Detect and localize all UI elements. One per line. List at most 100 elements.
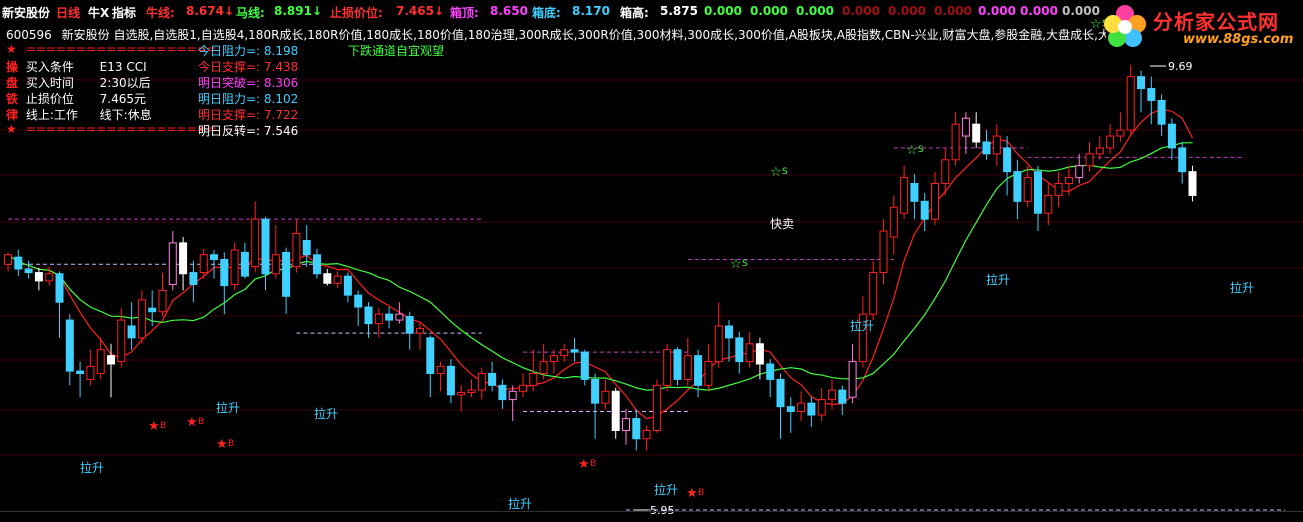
candle-body xyxy=(652,384,661,431)
candle-body xyxy=(663,349,672,386)
period-label[interactable]: 日线 xyxy=(56,4,80,21)
rules-separator-bottom: ★ =================== xyxy=(6,122,217,136)
buy-star-icon: ★ xyxy=(148,419,160,434)
candle-body xyxy=(488,372,497,386)
sell-star-icon: ☆ xyxy=(730,257,742,272)
red-star-icon: ★ xyxy=(6,122,17,136)
candle-body xyxy=(838,389,847,404)
box-bottom-value: 8.170 xyxy=(572,4,610,18)
box-high-value: 5.875 xyxy=(660,4,698,18)
candle-body xyxy=(292,232,301,268)
candle-body xyxy=(1167,123,1176,149)
red-star-icon: ★ xyxy=(6,42,17,56)
stop-loss-label: 止损价位: xyxy=(330,6,383,20)
logo-title: 分析家公式网 xyxy=(1153,10,1279,34)
candle-body xyxy=(385,313,394,321)
buy-star-icon: ★ xyxy=(186,415,198,430)
indicator-menu[interactable]: 指标 xyxy=(112,4,136,21)
stock-name[interactable]: 新安股份 xyxy=(2,4,50,21)
rule-label: 线上:工作 xyxy=(25,108,78,122)
rule-row-buy-time: 盘 买入时间 2:30以后 xyxy=(6,74,151,91)
candle-body xyxy=(817,399,826,416)
rise-label: 拉升 xyxy=(314,406,338,421)
candle-body xyxy=(168,242,177,285)
candle-body xyxy=(4,254,12,265)
candle-body xyxy=(34,272,43,282)
candle-body xyxy=(1075,165,1084,179)
candle-body xyxy=(96,349,105,374)
zero-value-7: 0.000 xyxy=(978,4,1016,18)
candle-body xyxy=(632,418,641,440)
candle-body xyxy=(1054,183,1063,196)
candlestick-chart[interactable]: 拉升拉升拉升拉升拉升拉升拉升拉升★B★B★B★B★B☆S☆S☆S☆S快卖9.69… xyxy=(0,0,1303,521)
buy-star-icon: ★ xyxy=(216,437,228,452)
candle-body xyxy=(179,242,188,275)
candle-body xyxy=(374,313,383,325)
today-resistance: 今日阻力=: 8.198 xyxy=(198,44,299,58)
candle-body xyxy=(1106,135,1115,149)
candle-body xyxy=(1023,177,1032,202)
candle-body xyxy=(405,315,414,334)
zero-value-6: 0.000 xyxy=(934,4,972,18)
candle-body xyxy=(920,200,929,220)
candle-body xyxy=(735,337,744,363)
buy-label: B xyxy=(160,421,166,431)
sell-label: S xyxy=(782,167,788,177)
candle-body xyxy=(107,355,115,365)
separator-text: =================== xyxy=(25,42,217,56)
candle-body xyxy=(395,313,404,321)
candle-body xyxy=(1116,129,1125,137)
box-high-label: 箱高: xyxy=(620,6,649,20)
zero-value-4: 0.000 xyxy=(842,4,880,18)
candle-body xyxy=(797,402,806,412)
candle-body xyxy=(86,365,95,380)
rule-label: 买入条件 xyxy=(25,60,74,74)
rule-row-work-rest: 律 线上:工作 线下:休息 xyxy=(6,106,152,123)
candle-body xyxy=(313,254,321,275)
candle-body xyxy=(210,254,218,261)
ma-line-value: 8.891↓ xyxy=(274,4,323,18)
zero-value-9: 0.000 xyxy=(1062,4,1100,18)
stock-code: 600596 xyxy=(6,28,52,42)
box-bottom-label: 箱底: xyxy=(532,6,561,20)
rule-char: 铁 xyxy=(6,92,19,106)
buy-label: B xyxy=(698,488,704,498)
candle-body xyxy=(302,240,311,256)
candle-body xyxy=(1003,147,1012,173)
buy-label: B xyxy=(198,417,204,427)
stock-info-line: 600596 新安股份 自选股,自选股1,自选股4,180R成长,180R价值,… xyxy=(6,26,1106,43)
rise-label: 拉升 xyxy=(80,460,104,475)
candle-body xyxy=(354,294,363,308)
logo-url: www.88gs.com xyxy=(1183,32,1294,47)
candle-body xyxy=(931,183,939,220)
rule-value: 线下:休息 xyxy=(99,108,152,122)
tomorrow-breakout: 明日突破=: 8.306 xyxy=(198,76,299,90)
candle-body xyxy=(622,418,630,431)
candle-body xyxy=(807,402,816,416)
candle-body xyxy=(446,365,455,396)
tomorrow-support: 明日支撑=: 7.722 xyxy=(198,108,299,122)
bottom-status-bar xyxy=(0,511,1303,522)
sell-star-icon: ☆ xyxy=(906,143,918,158)
candle-body xyxy=(704,361,713,386)
candle-body xyxy=(477,372,486,391)
candle-body xyxy=(529,372,538,386)
zero-value-3: 0.000 xyxy=(796,4,834,18)
rise-label: 拉升 xyxy=(986,272,1010,287)
candle-body xyxy=(961,117,970,137)
candle-body xyxy=(76,370,85,374)
candle-body xyxy=(951,123,960,161)
candle-body xyxy=(1085,153,1094,167)
rules-separator-top: ★ =================== xyxy=(6,42,217,56)
candle-body xyxy=(508,390,517,401)
separator-text: =================== xyxy=(25,122,217,136)
rule-row-stop-loss: 铁 止损价位 7.465元 xyxy=(6,90,146,107)
indicator-name[interactable]: 牛X xyxy=(88,4,109,21)
candle-body xyxy=(137,299,146,339)
candle-body xyxy=(14,256,23,270)
candle-body xyxy=(776,378,785,408)
candle-body xyxy=(673,349,682,380)
candle-body xyxy=(271,254,280,275)
stock-tags: 新安股份 自选股,自选股1,自选股4,180R成长,180R价值,180成长,1… xyxy=(61,28,1106,42)
candle-body xyxy=(117,319,126,363)
